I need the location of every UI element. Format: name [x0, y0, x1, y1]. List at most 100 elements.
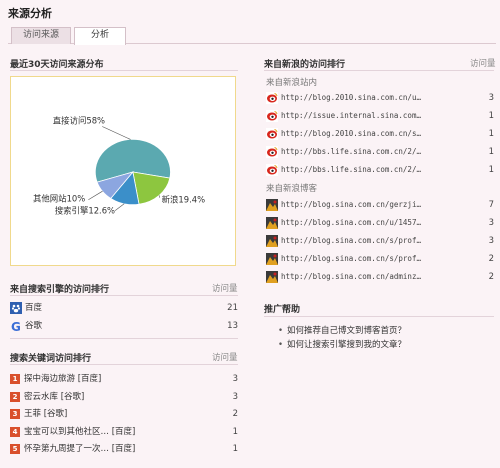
sina-eye-icon: [266, 163, 278, 176]
baidu-icon: [10, 301, 22, 314]
referrer-url[interactable]: http://blog.sina.com.cn/gerzji…: [281, 200, 421, 209]
referrer-url[interactable]: http://blog.sina.com.cn/adminz…: [281, 272, 421, 281]
visit-count: 1: [488, 147, 494, 157]
svg-text:G: G: [11, 320, 21, 332]
chart-section-title: 最近30天访问来源分布: [10, 60, 104, 70]
search-engine-col-header: 访问量: [212, 284, 238, 294]
sina-eye-icon: [266, 145, 278, 158]
search-engine-name: 谷歌: [25, 321, 43, 331]
keyword-row[interactable]: 3 王菲 [谷歌] 2: [10, 407, 238, 421]
divider: [10, 338, 238, 339]
referrer-row[interactable]: http://blog.sina.com.cn/s/prof… 3: [266, 234, 494, 248]
sina-internal-group-label: 来自新浪站内: [266, 78, 318, 88]
visit-count: 3: [232, 392, 238, 402]
divider: [10, 70, 238, 71]
visit-count: 1: [488, 111, 494, 121]
sina-eye-icon: [266, 109, 278, 122]
blog-avatar-icon: [266, 234, 278, 247]
pie-chart-panel: 直接访问58% 新浪19.4% 搜索引擎12.6% 其他网站10%: [10, 76, 236, 266]
keywords-col-header: 访问量: [212, 353, 238, 363]
visit-count: 3: [488, 218, 494, 228]
visit-count: 13: [227, 321, 238, 331]
referrer-url[interactable]: http://bbs.life.sina.com.cn/2/…: [281, 147, 421, 156]
pie-slice-label: 搜索引擎12.6%: [55, 206, 115, 216]
keyword-row[interactable]: 4 宝宝可以到其他社区… [百度] 1: [10, 425, 238, 439]
list-item[interactable]: G 谷歌 13: [10, 319, 238, 334]
tab-analysis[interactable]: 分析: [74, 27, 126, 45]
search-engine-name: 百度: [25, 303, 43, 313]
blog-avatar-icon: [266, 270, 278, 283]
visit-count: 1: [488, 165, 494, 175]
help-link-search-indexing[interactable]: 如何让搜索引擎搜到我的文章？: [278, 338, 406, 350]
pie-chart: 直接访问58% 新浪19.4% 搜索引擎12.6% 其他网站10%: [33, 116, 206, 216]
referrer-url[interactable]: http://blog.2010.sina.com.cn/s…: [281, 129, 421, 138]
referrer-row[interactable]: http://blog.2010.sina.com.cn/s… 1: [266, 127, 494, 141]
tab-bar: 访问来源 分析: [8, 27, 496, 45]
referrer-row[interactable]: http://blog.sina.com.cn/gerzji… 7: [266, 198, 494, 212]
rank-badge: 4: [10, 426, 20, 437]
visit-count: 1: [232, 427, 238, 437]
help-link-recommend[interactable]: 如何推荐自己博文到博客首页？: [278, 324, 406, 336]
rank-badge: 1: [10, 373, 20, 384]
tab-traffic-source[interactable]: 访问来源: [11, 27, 71, 44]
referrer-row[interactable]: http://issue.internal.sina.com… 1: [266, 109, 494, 123]
help-title: 推广帮助: [264, 305, 301, 315]
pie-slice-label: 其他网站10%: [33, 194, 85, 204]
pie-leader-line: [102, 126, 131, 140]
referrer-row[interactable]: http://blog.sina.com.cn/adminz… 2: [266, 270, 494, 284]
pie-slice-label: 直接访问58%: [53, 116, 105, 126]
visit-count: 2: [488, 254, 494, 264]
blog-avatar-icon: [266, 216, 278, 229]
visit-count: 1: [232, 444, 238, 454]
visit-count: 7: [488, 200, 494, 210]
keyword-text[interactable]: 探中海边旅游 [百度]: [24, 374, 101, 384]
pie-leader-line: [88, 190, 103, 200]
visit-count: 3: [488, 93, 494, 103]
referrer-row[interactable]: http://blog.sina.com.cn/s/prof… 2: [266, 252, 494, 266]
keyword-text[interactable]: 王菲 [谷歌]: [24, 409, 67, 419]
sina-eye-icon: [266, 127, 278, 140]
blog-avatar-icon: [266, 198, 278, 211]
blog-avatar-icon: [266, 252, 278, 265]
search-engine-title: 来自搜索引擎的访问排行: [10, 285, 110, 295]
google-icon: G: [10, 320, 22, 334]
referrer-url[interactable]: http://blog.sina.com.cn/u/1457…: [281, 218, 421, 227]
keyword-text[interactable]: 密云水库 [谷歌]: [24, 392, 84, 402]
visit-count: 2: [488, 272, 494, 282]
keyword-row[interactable]: 1 探中海边旅游 [百度] 3: [10, 372, 238, 386]
divider: [264, 70, 494, 71]
referrer-url[interactable]: http://blog.2010.sina.com.cn/u…: [281, 93, 421, 102]
rank-badge: 3: [10, 408, 20, 419]
referrer-row[interactable]: http://blog.2010.sina.com.cn/u… 3: [266, 91, 494, 105]
visit-count: 1: [488, 129, 494, 139]
keyword-row[interactable]: 2 密云水库 [谷歌] 3: [10, 390, 238, 404]
sina-eye-icon: [266, 91, 278, 104]
pie-leader-line: [114, 203, 125, 211]
referrer-url[interactable]: http://blog.sina.com.cn/s/prof…: [281, 236, 421, 245]
keyword-row[interactable]: 5 怀孕第九周提了一次… [百度] 1: [10, 442, 238, 456]
sina-col-header: 访问量: [470, 59, 496, 69]
referrer-row[interactable]: http://bbs.life.sina.com.cn/2/… 1: [266, 145, 494, 159]
pie-slice-label: 新浪19.4%: [162, 195, 206, 205]
referrer-row[interactable]: http://blog.sina.com.cn/u/1457… 3: [266, 216, 494, 230]
sina-ranking-title: 来自新浪的访问排行: [264, 60, 346, 70]
referrer-url[interactable]: http://issue.internal.sina.com…: [281, 111, 421, 120]
divider: [10, 364, 238, 365]
keywords-title: 搜索关键词访问排行: [10, 354, 92, 364]
referrer-row[interactable]: http://bbs.life.sina.com.cn/2/… 1: [266, 163, 494, 177]
sina-blog-group-label: 来自新浪博客: [266, 184, 318, 194]
divider: [264, 316, 494, 317]
visit-count: 2: [232, 409, 238, 419]
visit-count: 3: [488, 236, 494, 246]
referrer-url[interactable]: http://bbs.life.sina.com.cn/2/…: [281, 165, 421, 174]
rank-badge: 2: [10, 391, 20, 402]
visit-count: 3: [232, 374, 238, 384]
keyword-text[interactable]: 怀孕第九周提了一次… [百度]: [24, 444, 135, 454]
rank-badge: 5: [10, 443, 20, 454]
divider: [10, 295, 238, 296]
keyword-text[interactable]: 宝宝可以到其他社区… [百度]: [24, 427, 135, 437]
referrer-url[interactable]: http://blog.sina.com.cn/s/prof…: [281, 254, 421, 263]
page-title: 来源分析: [8, 7, 52, 20]
list-item[interactable]: 百度 21: [10, 301, 238, 315]
visit-count: 21: [227, 303, 238, 313]
